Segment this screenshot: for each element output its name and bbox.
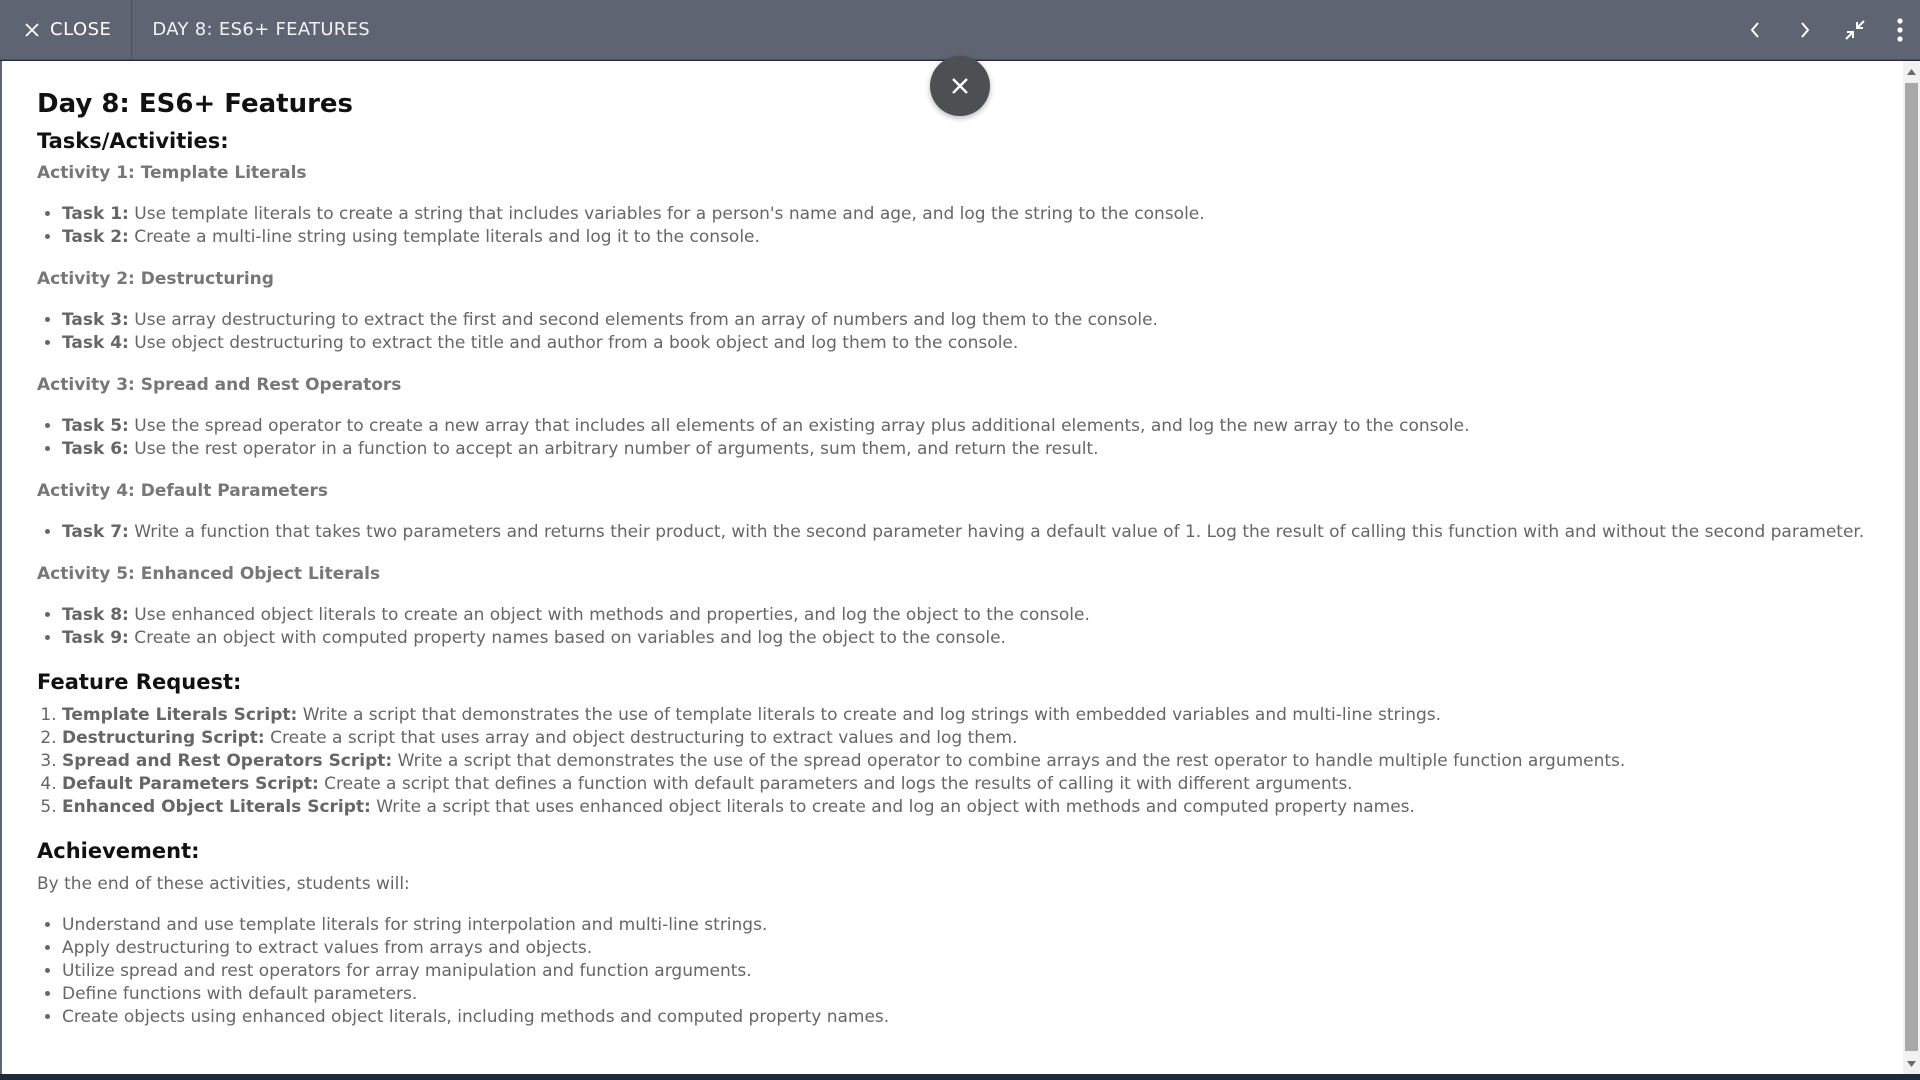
list-item: Task 3: Use array destructuring to extra…: [62, 309, 1877, 332]
feature-label: Destructuring Script:: [62, 728, 265, 748]
task-text: Use template literals to create a string…: [128, 204, 1205, 224]
close-button[interactable]: CLOSE: [0, 0, 133, 60]
task-label: Task 2:: [62, 227, 129, 247]
list-item: Task 8: Use enhanced object literals to …: [62, 604, 1877, 627]
triangle-down-icon: [1907, 1060, 1916, 1067]
task-text: Write a function that takes two paramete…: [128, 522, 1865, 542]
task-text: Use array destructuring to extract the f…: [128, 310, 1158, 330]
previous-button[interactable]: [1730, 0, 1780, 60]
list-item: Create objects using enhanced object lit…: [62, 1006, 1877, 1029]
activity-section: Activity 2: Destructuring Task 3: Use ar…: [37, 269, 1877, 355]
list-item: Task 1: Use template literals to create …: [62, 203, 1877, 226]
document-title: DAY 8: ES6+ FEATURES: [152, 19, 371, 40]
task-text: Create a multi-line string using templat…: [128, 227, 760, 247]
scrollbar-thumb[interactable]: [1905, 83, 1918, 1051]
feature-text: Write a script that uses enhanced object…: [370, 797, 1415, 817]
toolbar-actions: [1730, 0, 1920, 60]
feature-text: Create a script that uses array and obje…: [264, 728, 1018, 748]
activity-title: Activity 1: Template Literals: [37, 163, 307, 183]
task-text: Use the spread operator to create a new …: [128, 416, 1470, 436]
activity-section: Activity 5: Enhanced Object Literals Tas…: [37, 564, 1877, 650]
bottom-edge: [0, 1074, 1920, 1080]
task-label: Task 3:: [62, 310, 129, 330]
activity-title: Activity 5: Enhanced Object Literals: [37, 564, 381, 584]
collapse-icon: [1845, 20, 1865, 40]
list-item: Task 4: Use object destructuring to extr…: [62, 332, 1877, 355]
chevron-right-icon: [1801, 22, 1810, 38]
list-item: Define functions with default parameters…: [62, 983, 1877, 1006]
task-list: Task 1: Use template literals to create …: [37, 203, 1877, 249]
list-item: Task 9: Create an object with computed p…: [62, 627, 1877, 650]
list-item: Task 6: Use the rest operator in a funct…: [62, 438, 1877, 461]
task-list: Task 8: Use enhanced object literals to …: [37, 604, 1877, 650]
feature-label: Template Literals Script:: [62, 705, 298, 725]
activity-title: Activity 3: Spread and Rest Operators: [37, 375, 402, 395]
feature-text: Write a script that demonstrates the use…: [392, 751, 1626, 771]
tasks-heading: Tasks/Activities:: [37, 129, 229, 153]
list-item: Default Parameters Script: Create a scri…: [62, 773, 1877, 796]
list-item: Enhanced Object Literals Script: Write a…: [62, 796, 1877, 819]
vertical-scrollbar[interactable]: [1903, 61, 1920, 1074]
list-item: Apply destructuring to extract values fr…: [62, 937, 1877, 960]
task-label: Task 6:: [62, 439, 129, 459]
more-vertical-icon: [1897, 18, 1903, 42]
close-icon: [25, 22, 39, 37]
list-item: Task 2: Create a multi-line string using…: [62, 226, 1877, 249]
task-label: Task 7:: [62, 522, 129, 542]
viewer-toolbar: CLOSE DAY 8: ES6+ FEATURES: [0, 0, 1920, 60]
activity-title: Activity 4: Default Parameters: [37, 481, 328, 501]
activity-section: Activity 4: Default Parameters Task 7: W…: [37, 481, 1877, 544]
task-list: Task 7: Write a function that takes two …: [37, 521, 1877, 544]
feature-text: Create a script that defines a function …: [318, 774, 1353, 794]
task-text: Use object destructuring to extract the …: [128, 333, 1019, 353]
feature-label: Spread and Rest Operators Script:: [62, 751, 393, 771]
task-label: Task 8:: [62, 605, 129, 625]
close-icon: [952, 78, 968, 94]
task-text: Create an object with computed property …: [128, 628, 1006, 648]
task-label: Task 1:: [62, 204, 129, 224]
document-content: Day 8: ES6+ Features Tasks/Activities: A…: [37, 89, 1877, 1049]
feature-text: Write a script that demonstrates the use…: [297, 705, 1442, 725]
task-list: Task 3: Use array destructuring to extra…: [37, 309, 1877, 355]
task-text: Use the rest operator in a function to a…: [128, 439, 1099, 459]
list-item: Task 5: Use the spread operator to creat…: [62, 415, 1877, 438]
list-item: Destructuring Script: Create a script th…: [62, 727, 1877, 750]
list-item: Task 7: Write a function that takes two …: [62, 521, 1877, 544]
chevron-left-icon: [1750, 22, 1759, 38]
task-label: Task 9:: [62, 628, 129, 648]
list-item: Understand and use template literals for…: [62, 914, 1877, 937]
exit-fullscreen-button[interactable]: [1830, 0, 1880, 60]
floating-close-button[interactable]: [930, 56, 990, 116]
document-viewer: Day 8: ES6+ Features Tasks/Activities: A…: [0, 61, 1920, 1074]
task-label: Task 4:: [62, 333, 129, 353]
achievement-heading: Achievement:: [37, 839, 200, 863]
scroll-down-arrow[interactable]: [1903, 1055, 1920, 1072]
activity-title: Activity 2: Destructuring: [37, 269, 274, 289]
next-button[interactable]: [1780, 0, 1830, 60]
task-text: Use enhanced object literals to create a…: [128, 605, 1090, 625]
feature-label: Enhanced Object Literals Script:: [62, 797, 371, 817]
more-options-button[interactable]: [1880, 0, 1920, 60]
achievement-list: Understand and use template literals for…: [37, 914, 1877, 1029]
feature-list: Template Literals Script: Write a script…: [37, 704, 1877, 819]
achievement-intro: By the end of these activities, students…: [37, 874, 410, 894]
list-item: Spread and Rest Operators Script: Write …: [62, 750, 1877, 773]
task-list: Task 5: Use the spread operator to creat…: [37, 415, 1877, 461]
task-label: Task 5:: [62, 416, 129, 436]
list-item: Template Literals Script: Write a script…: [62, 704, 1877, 727]
feature-request-heading: Feature Request:: [37, 670, 242, 694]
feature-label: Default Parameters Script:: [62, 774, 319, 794]
list-item: Utilize spread and rest operators for ar…: [62, 960, 1877, 983]
activity-section: Activity 3: Spread and Rest Operators Ta…: [37, 375, 1877, 461]
activity-section: Activity 1: Template Literals Task 1: Us…: [37, 163, 1877, 249]
triangle-up-icon: [1907, 68, 1916, 75]
scroll-up-arrow[interactable]: [1903, 63, 1920, 80]
close-label: CLOSE: [50, 19, 112, 40]
